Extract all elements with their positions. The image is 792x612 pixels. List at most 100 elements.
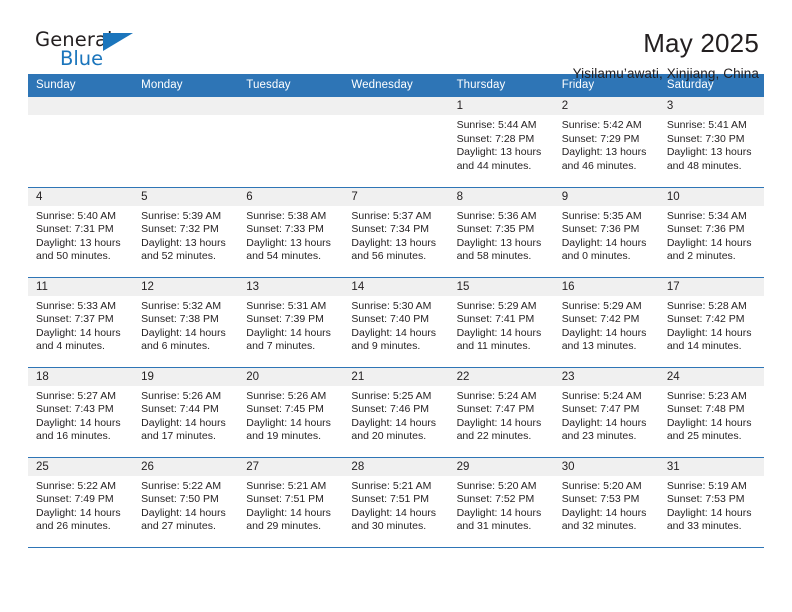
day-cell-inner: 20 Sunrise: 5:26 AM Sunset: 7:45 PM Dayligh… [238,367,344,457]
day-number: 4 [28,187,134,206]
calendar-day-cell[interactable]: 30 Sunrise: 5:20 AM Sunset: 7:53 PM Dayligh… [553,456,659,547]
day-number [343,97,449,115]
day-number: 3 [658,97,764,115]
calendar-day-cell[interactable]: 5 Sunrise: 5:39 AM Sunset: 7:32 PM Daylight… [133,186,239,277]
calendar-day-cell[interactable]: 25 Sunrise: 5:22 AM Sunset: 7:49 PM Dayligh… [28,456,134,547]
daylight-line-cont: and 16 minutes. [36,430,111,443]
calendar-day-cell[interactable]: 10 Sunrise: 5:34 AM Sunset: 7:36 PM Dayligh… [658,186,764,277]
sunset-line: Sunset: 7:31 PM [36,223,114,236]
calendar-day-cell[interactable]: 8 Sunrise: 5:36 AM Sunset: 7:35 PM Daylight… [448,186,554,277]
daylight-line: Daylight: 13 hours [666,146,752,159]
daylight-line: Daylight: 14 hours [666,326,752,339]
daylight-line-cont: and 11 minutes. [456,340,531,353]
calendar-day-cell[interactable]: 28 Sunrise: 5:21 AM Sunset: 7:51 PM Dayligh… [343,456,449,548]
calendar-day-cell[interactable]: 17 Sunrise: 5:28 AM Sunset: 7:42 PM Dayligh… [658,276,764,367]
sunrise-line: Sunrise: 5:36 AM [456,209,537,222]
sunset-line: Sunset: 7:41 PM [456,313,535,326]
logo-triangle-icon [103,33,133,51]
calendar-day-cell[interactable]: 31 Sunrise: 5:19 AM Sunset: 7:53 PM Dayligh… [658,456,764,547]
day-number: 27 [238,457,344,476]
calendar-day-cell[interactable]: 4 Sunrise: 5:40 AM Sunset: 7:31 PM Daylight… [28,186,134,277]
sunrise-line: Sunrise: 5:24 AM [456,389,537,402]
sunset-line: Sunset: 7:42 PM [561,313,640,326]
calendar-day-cell[interactable]: 15 Sunrise: 5:29 AM Sunset: 7:41 PM Dayligh… [448,276,554,367]
daylight-line-cont: and 23 minutes. [561,430,637,443]
daylight-line: Daylight: 14 hours [351,506,437,519]
sunrise-line: Sunrise: 5:19 AM [666,479,747,492]
calendar-day-cell[interactable]: 14 Sunrise: 5:30 AM Sunset: 7:40 PM Dayligh… [343,276,449,367]
calendar-day-cell[interactable]: 9 Sunrise: 5:35 AM Sunset: 7:36 PM Daylight… [553,186,659,277]
calendar-empty-cell [133,97,239,187]
day-number: 21 [343,367,449,386]
sunrise-line: Sunrise: 5:22 AM [141,479,222,492]
sunrise-line: Sunrise: 5:40 AM [36,209,116,222]
sunrise-line: Sunrise: 5:39 AM [141,209,222,222]
day-number: 31 [658,457,764,476]
daylight-line: Daylight: 14 hours [246,506,331,519]
day-number [238,97,344,115]
calendar-day-cell[interactable]: 18 Sunrise: 5:27 AM Sunset: 7:43 PM Dayligh… [28,366,134,457]
calendar-week-row: 4 Sunrise: 5:40 AM Sunset: 7:31 PM Daylight… [28,186,764,277]
general-blue-logo[interactable]: General Blue [35,28,143,74]
day-details: Sunrise: 5:38 AM Sunset: 7:33 PM Daylight:… [238,206,343,264]
sunset-line: Sunset: 7:40 PM [351,313,430,326]
daylight-line: Daylight: 14 hours [351,416,437,429]
daylight-line: Daylight: 14 hours [36,326,121,339]
day-number: 15 [448,277,554,296]
day-cell-inner: 4 Sunrise: 5:40 AM Sunset: 7:31 PM Daylight… [28,187,134,277]
calendar-day-cell[interactable]: 16 Sunrise: 5:29 AM Sunset: 7:42 PM Dayligh… [553,276,659,367]
daylight-line: Daylight: 14 hours [561,236,647,249]
day-cell-inner: 9 Sunrise: 5:35 AM Sunset: 7:36 PM Daylight… [553,187,659,277]
daylight-line: Daylight: 14 hours [561,416,647,429]
day-number: 8 [448,187,554,206]
daylight-line-cont: and 19 minutes. [246,430,321,443]
daylight-line-cont: and 14 minutes. [666,340,742,353]
calendar-day-cell[interactable]: 7 Sunrise: 5:37 AM Sunset: 7:34 PM Daylight… [343,186,449,277]
day-details: Sunrise: 5:26 AM Sunset: 7:44 PM Daylight:… [133,386,238,444]
calendar-day-cell[interactable]: 3 Sunrise: 5:41 AM Sunset: 7:30 PM Daylight… [658,97,764,187]
daylight-line-cont: and 52 minutes. [141,250,216,263]
calendar-day-cell[interactable]: 22 Sunrise: 5:24 AM Sunset: 7:47 PM Dayligh… [448,366,554,457]
calendar-day-cell[interactable]: 26 Sunrise: 5:22 AM Sunset: 7:50 PM Dayligh… [133,456,239,547]
daylight-line: Daylight: 14 hours [36,506,121,519]
calendar-day-cell[interactable]: 24 Sunrise: 5:23 AM Sunset: 7:48 PM Dayligh… [658,366,764,457]
sunrise-line: Sunrise: 5:26 AM [141,389,222,402]
day-cell-inner: 10 Sunrise: 5:34 AM Sunset: 7:36 PM Dayligh… [658,187,764,277]
calendar-day-cell[interactable]: 13 Sunrise: 5:31 AM Sunset: 7:39 PM Dayligh… [238,276,344,367]
daylight-line-cont: and 29 minutes. [246,520,321,533]
daylight-line: Daylight: 14 hours [666,506,752,519]
calendar-day-cell[interactable]: 6 Sunrise: 5:38 AM Sunset: 7:33 PM Daylight… [238,186,344,277]
calendar-day-cell[interactable]: 29 Sunrise: 5:20 AM Sunset: 7:52 PM Dayligh… [448,456,554,547]
sunrise-line: Sunrise: 5:26 AM [246,389,327,402]
daylight-line-cont: and 44 minutes. [456,159,532,172]
page-subtitle: Yisilamu’awati, Xinjiang, China [572,66,759,81]
sunrise-line: Sunrise: 5:42 AM [561,119,642,131]
day-cell-inner [238,97,344,187]
day-details: Sunrise: 5:23 AM Sunset: 7:48 PM Daylight:… [659,386,764,444]
sunrise-line: Sunrise: 5:34 AM [666,209,747,222]
daylight-line: Daylight: 14 hours [351,326,437,339]
calendar-day-cell[interactable]: 19 Sunrise: 5:26 AM Sunset: 7:44 PM Dayligh… [133,366,239,457]
sunrise-line: Sunrise: 5:22 AM [36,479,116,492]
calendar-day-cell[interactable]: 23 Sunrise: 5:24 AM Sunset: 7:47 PM Dayligh… [553,366,659,457]
calendar-day-cell[interactable]: 1 Sunrise: 5:44 AM Sunset: 7:28 PM Daylight… [448,97,554,187]
calendar-day-cell[interactable]: 27 Sunrise: 5:21 AM Sunset: 7:51 PM Dayligh… [238,456,344,547]
sunset-line: Sunset: 7:33 PM [246,223,324,236]
sunrise-line: Sunrise: 5:24 AM [561,389,642,402]
day-cell-inner: 28 Sunrise: 5:21 AM Sunset: 7:51 PM Dayligh… [343,457,449,548]
calendar-day-cell[interactable]: 11 Sunrise: 5:33 AM Sunset: 7:37 PM Dayligh… [28,276,134,367]
calendar-day-cell[interactable]: 2 Sunrise: 5:42 AM Sunset: 7:29 PM Daylight… [553,97,659,187]
calendar-day-cell[interactable]: 21 Sunrise: 5:25 AM Sunset: 7:46 PM Dayligh… [343,366,449,457]
calendar-day-cell[interactable]: 12 Sunrise: 5:32 AM Sunset: 7:38 PM Dayligh… [133,276,239,367]
daylight-line-cont: and 27 minutes. [141,520,216,533]
sunrise-line: Sunrise: 5:21 AM [246,479,327,492]
day-cell-inner: 13 Sunrise: 5:31 AM Sunset: 7:39 PM Dayligh… [238,277,344,367]
daylight-line-cont: and 4 minutes. [36,340,105,353]
daylight-line-cont: and 32 minutes. [561,520,637,533]
day-details: Sunrise: 5:26 AM Sunset: 7:45 PM Daylight:… [238,386,343,444]
daylight-line-cont: and 17 minutes. [141,430,216,443]
calendar-day-cell[interactable]: 20 Sunrise: 5:26 AM Sunset: 7:45 PM Dayligh… [238,366,344,457]
sunrise-line: Sunrise: 5:37 AM [351,209,432,222]
daylight-line: Daylight: 13 hours [456,146,542,159]
day-number: 22 [448,367,554,386]
